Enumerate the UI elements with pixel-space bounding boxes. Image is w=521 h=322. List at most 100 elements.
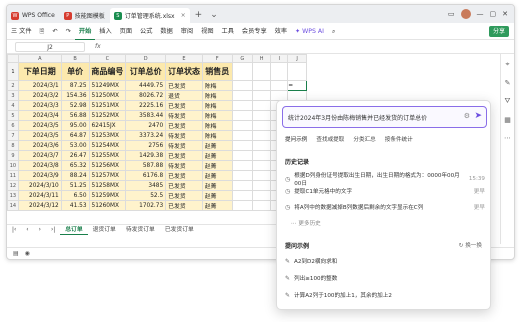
- example-item[interactable]: ✎ 计算A2列于100的加上1，其余的加上2: [285, 291, 392, 300]
- empty-cell[interactable]: [231, 120, 253, 131]
- new-tab-button[interactable]: +: [191, 8, 207, 23]
- table-cell[interactable]: 1429.38: [125, 150, 167, 161]
- table-cell[interactable]: 待发货: [165, 130, 203, 141]
- row-header[interactable]: 5: [7, 110, 19, 121]
- table-cell[interactable]: 待发货: [165, 160, 203, 171]
- table-cell[interactable]: 53.00: [60, 140, 90, 151]
- table-cell[interactable]: 56.88: [60, 110, 90, 121]
- table-cell[interactable]: 88.24: [60, 170, 90, 181]
- column-header[interactable]: E: [165, 54, 203, 63]
- column-title[interactable]: 商品编号: [88, 62, 127, 81]
- tab-wps-office[interactable]: W WPS Office: [7, 8, 59, 23]
- sheet-tab-all-orders[interactable]: 总订单: [60, 224, 88, 235]
- table-cell[interactable]: 51260MX: [88, 200, 127, 211]
- search-icon[interactable]: ⌕: [328, 23, 339, 40]
- wps-ai-button[interactable]: ✦ WPS AI: [291, 23, 328, 40]
- prev-sheet-icon[interactable]: ‹: [21, 225, 33, 235]
- table-cell[interactable]: 65.32: [60, 160, 90, 171]
- column-header[interactable]: I: [270, 54, 289, 63]
- table-cell[interactable]: 51255MX: [88, 150, 127, 161]
- row-header[interactable]: 6: [7, 120, 19, 131]
- column-title[interactable]: 订单状态: [165, 62, 203, 81]
- table-cell[interactable]: 已发货: [165, 100, 203, 111]
- empty-cell[interactable]: [231, 130, 253, 141]
- column-header[interactable]: C: [88, 54, 127, 63]
- table-cell[interactable]: 2024/3/11: [17, 190, 62, 201]
- empty-cell[interactable]: [231, 190, 253, 201]
- empty-cell[interactable]: [251, 170, 272, 181]
- table-cell[interactable]: 51.25: [60, 180, 90, 191]
- sheet-tab-pending[interactable]: 待发货订单: [121, 225, 160, 235]
- layout-icon[interactable]: ▭: [448, 10, 455, 18]
- table-cell[interactable]: 赵菁: [201, 170, 233, 181]
- refresh-button[interactable]: ↻ 换一换: [459, 241, 482, 249]
- column-title[interactable]: 单价: [60, 62, 90, 81]
- column-title[interactable]: 销售员: [201, 62, 233, 81]
- history-item[interactable]: ◷ 将A列中的数据减掉B列数据后剩余的文字显示在C列 更早: [285, 203, 485, 212]
- empty-cell[interactable]: [251, 180, 272, 191]
- empty-cell[interactable]: [231, 150, 253, 161]
- table-cell[interactable]: 51254MX: [88, 140, 127, 151]
- table-cell[interactable]: 2024/3/8: [17, 160, 62, 171]
- empty-cell[interactable]: [251, 150, 272, 161]
- table-cell[interactable]: 赵菁: [201, 150, 233, 161]
- table-cell[interactable]: 2024/3/4: [17, 110, 62, 121]
- row-header[interactable]: 14: [7, 200, 19, 211]
- menu-item-insert[interactable]: 插入: [95, 23, 115, 40]
- sheet-tab-returns[interactable]: 退货订单: [88, 225, 121, 235]
- row-header[interactable]: 4: [7, 100, 19, 111]
- empty-cell[interactable]: [231, 170, 253, 181]
- table-cell[interactable]: 51259MX: [88, 190, 127, 201]
- column-header[interactable]: A: [17, 54, 62, 63]
- empty-cell[interactable]: [231, 110, 253, 121]
- menu-item-tools[interactable]: 工具: [218, 23, 238, 40]
- table-cell[interactable]: 1702.73: [125, 200, 167, 211]
- table-cell[interactable]: 赵菁: [201, 200, 233, 211]
- empty-cell[interactable]: [287, 62, 307, 81]
- grid-icon[interactable]: ▦: [504, 116, 511, 124]
- table-cell[interactable]: 51251MX: [88, 100, 127, 111]
- send-icon[interactable]: ➤: [474, 111, 482, 121]
- table-cell[interactable]: 已发货: [165, 150, 203, 161]
- sheet-tab-shipped[interactable]: 已发货订单: [160, 225, 199, 235]
- table-cell[interactable]: 已发货: [165, 180, 203, 191]
- chip-conditional[interactable]: 按条件统计: [385, 135, 413, 143]
- example-item[interactable]: ✎ 列出≥100的整数: [285, 274, 337, 283]
- table-cell[interactable]: 6.50: [60, 190, 90, 201]
- table-icon[interactable]: ▤: [13, 250, 19, 257]
- table-cell[interactable]: 赵菁: [201, 190, 233, 201]
- row-header[interactable]: 3: [7, 90, 19, 101]
- column-header[interactable]: B: [60, 54, 90, 63]
- menu-item-page[interactable]: 页面: [116, 23, 136, 40]
- close-tab-icon[interactable]: ×: [181, 12, 186, 19]
- tab-template[interactable]: P 技能图模板: [60, 8, 109, 23]
- table-cell[interactable]: 6176.8: [125, 170, 167, 181]
- history-item[interactable]: ◷ 提取C1单元格中的文字 更早: [285, 187, 485, 196]
- table-cell[interactable]: 2756: [125, 140, 167, 151]
- menu-item-home[interactable]: 开始: [74, 23, 96, 40]
- menu-item-formula[interactable]: 公式: [136, 23, 156, 40]
- empty-cell[interactable]: [287, 90, 307, 101]
- empty-cell[interactable]: [251, 200, 272, 211]
- table-cell[interactable]: 87.25: [60, 80, 90, 91]
- history-item[interactable]: ◷ 根据D列身份证号提取出生日期，出生日期的格式为：0000年00月00日 15…: [285, 171, 485, 187]
- empty-cell[interactable]: [251, 100, 272, 111]
- empty-cell[interactable]: [270, 90, 289, 101]
- table-cell[interactable]: 62415JX: [88, 120, 127, 131]
- empty-cell[interactable]: [251, 62, 272, 81]
- menu-item-member[interactable]: 会员专享: [238, 23, 271, 40]
- empty-cell[interactable]: [231, 62, 253, 81]
- next-sheet-icon[interactable]: ›: [34, 225, 46, 235]
- menu-item-efficiency[interactable]: 效率: [271, 23, 291, 40]
- empty-cell[interactable]: [231, 160, 253, 171]
- more-icon[interactable]: ⋯: [504, 134, 511, 142]
- eye-icon[interactable]: ◉: [25, 250, 30, 257]
- menu-item-review[interactable]: 审阅: [177, 23, 197, 40]
- table-cell[interactable]: 41.53: [60, 200, 90, 211]
- row-header[interactable]: 13: [7, 190, 19, 201]
- table-cell[interactable]: 陈梅: [201, 110, 233, 121]
- avatar[interactable]: [460, 9, 471, 19]
- table-cell[interactable]: 陈梅: [201, 130, 233, 141]
- table-cell[interactable]: 2024/3/5: [17, 120, 62, 131]
- first-sheet-icon[interactable]: |‹: [7, 225, 21, 235]
